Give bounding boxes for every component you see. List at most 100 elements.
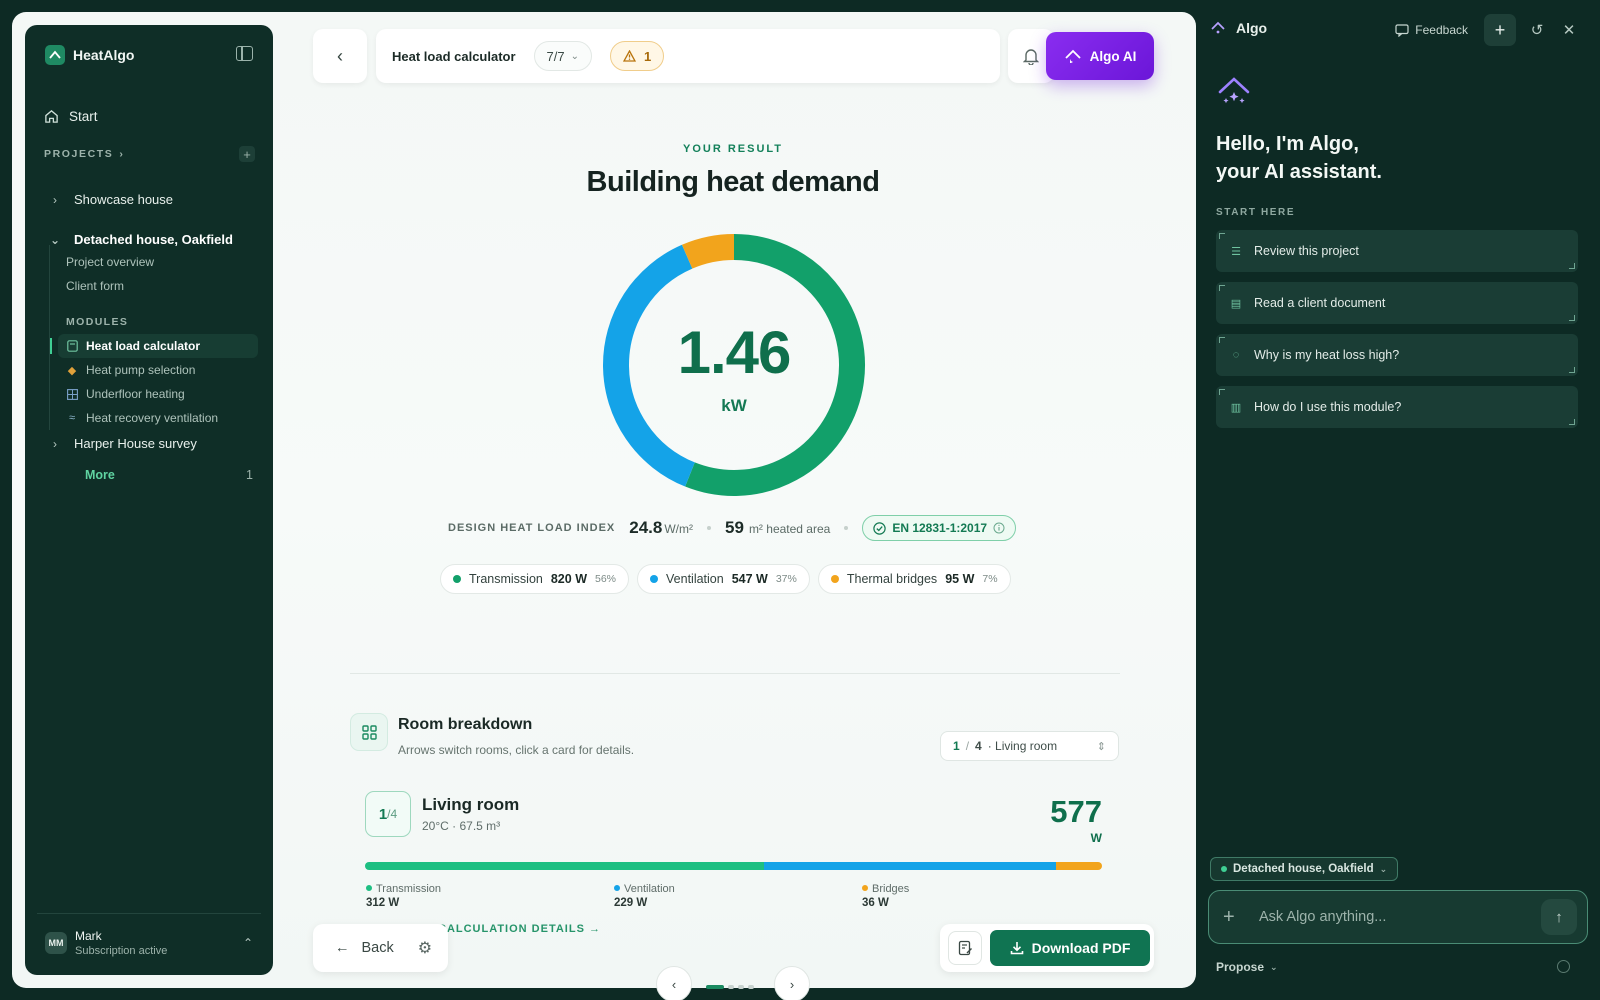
suggestion-label: Why is my heat loss high?: [1254, 348, 1400, 362]
suggestion-review-project[interactable]: ☰ Review this project: [1216, 230, 1578, 272]
sidebar-collapse-icon[interactable]: [236, 46, 253, 61]
room-meta: 20°C · 67.5 m³: [422, 819, 501, 833]
norm-badge[interactable]: EN 12831-1:2017: [862, 515, 1017, 541]
book-icon: ▥: [1230, 401, 1242, 414]
chip-value: 820 W: [550, 572, 587, 586]
pager-dot[interactable]: [748, 985, 754, 989]
grid-icon: [66, 388, 78, 400]
algo-ai-button[interactable]: Algo AI: [1046, 32, 1154, 80]
chip-percent: 7%: [982, 573, 998, 585]
download-pdf-button[interactable]: Download PDF: [990, 930, 1150, 966]
breakdown-chip-thermal-bridges[interactable]: Thermal bridges 95 W 7%: [817, 564, 1011, 594]
pager-dot[interactable]: [728, 985, 734, 989]
send-button[interactable]: ↑: [1541, 899, 1577, 935]
ask-algo-input[interactable]: [1259, 909, 1541, 925]
bell-icon: [1023, 48, 1039, 65]
download-icon: [1010, 942, 1023, 955]
projects-header: PROJECTS › +: [44, 146, 255, 162]
pager-dots: [706, 985, 754, 989]
donut-segment-thermal-bridges[interactable]: [681, 234, 735, 269]
sidebar-item-heat-load-calculator[interactable]: Heat load calculator: [50, 334, 258, 358]
room-index-badge: 1/4: [365, 791, 411, 837]
projects-label[interactable]: PROJECTS ›: [44, 148, 125, 160]
room-selector-current: 1: [953, 739, 960, 753]
warning-icon: [623, 50, 637, 62]
room-index: 1: [378, 805, 388, 823]
module-label: Heat recovery ventilation: [86, 411, 219, 425]
heat-load-index-label: DESIGN HEAT LOAD INDEX: [448, 522, 616, 534]
sidebar-item-project-overview[interactable]: Project overview: [66, 255, 154, 269]
legend-dot: [830, 575, 839, 583]
room-total: /4: [387, 807, 398, 821]
suggestion-use-module[interactable]: ▥ How do I use this module?: [1216, 386, 1578, 428]
norm-label: EN 12831-1:2017: [892, 521, 988, 535]
chevron-left-icon: ‹: [337, 45, 343, 66]
more-count: 1: [246, 468, 253, 482]
suggestion-heat-loss-high[interactable]: ◌ Why is my heat loss high?: [1216, 334, 1578, 376]
project-harper-house[interactable]: › Harper House survey: [48, 436, 197, 451]
avatar: MM: [45, 931, 67, 954]
heat-load-index-value: 24.8: [629, 518, 663, 537]
close-icon[interactable]: ✕: [1558, 19, 1580, 41]
chip-label: Ventilation: [666, 572, 724, 586]
ai-greeting: Hello, I'm Algo, your AI assistant.: [1216, 130, 1382, 186]
ai-header-actions: Feedback + ↺ ✕: [1395, 14, 1580, 46]
history-icon[interactable]: ↺: [1526, 19, 1548, 41]
feedback-icon: [1395, 23, 1409, 37]
footer-back-button[interactable]: ← Back ⚙: [313, 924, 448, 972]
project-showcase-house[interactable]: › Showcase house: [48, 192, 173, 207]
room-selector-name: · Living room: [987, 739, 1058, 753]
context-usage-ring: [1557, 960, 1570, 973]
sidebar: HeatAlgo Start PROJECTS › + › Showcase h…: [25, 25, 273, 975]
gear-icon[interactable]: ⚙: [418, 938, 432, 958]
breakdown-chip-ventilation[interactable]: Ventilation 547 W 37%: [637, 564, 810, 594]
room-legend-ventilation: Ventilation 229 W: [614, 883, 675, 909]
footer-back-label: Back: [361, 940, 394, 956]
calculation-details-link[interactable]: CALCULATION DETAILS →: [438, 923, 601, 935]
attach-plus-icon[interactable]: +: [1223, 906, 1245, 929]
pager-dot[interactable]: [738, 985, 744, 989]
breakdown-chip-transmission[interactable]: Transmission 820 W 56%: [440, 564, 630, 594]
document-icon: ▤: [1230, 297, 1242, 310]
suggestion-read-document[interactable]: ▤ Read a client document: [1216, 282, 1578, 324]
user-menu[interactable]: MM Mark Subscription active ⌃: [37, 913, 261, 963]
section-divider: [350, 673, 1120, 674]
add-project-button[interactable]: +: [239, 146, 255, 162]
prev-room-button[interactable]: ‹: [656, 966, 692, 1000]
new-chat-button[interactable]: +: [1484, 14, 1516, 46]
pager-dot[interactable]: [706, 985, 724, 989]
checklist-icon: ☰: [1231, 245, 1241, 258]
legend-dot: [453, 575, 461, 583]
project-name: Showcase house: [74, 192, 174, 207]
ai-assistant-panel: Algo Feedback + ↺ ✕ Hello, I'm Algo, you…: [1196, 0, 1600, 1000]
sidebar-item-client-form[interactable]: Client form: [66, 279, 124, 293]
feedback-button[interactable]: Feedback: [1395, 23, 1468, 37]
warnings-badge[interactable]: 1: [610, 41, 665, 71]
step-selector[interactable]: 7/7 ⌄: [533, 41, 593, 71]
back-nav-button[interactable]: ‹: [313, 29, 367, 83]
context-project-chip[interactable]: Detached house, Oakfield ⌄: [1210, 857, 1399, 881]
chat-icon: ◌: [1232, 349, 1240, 361]
suggestion-label: How do I use this module?: [1254, 400, 1402, 414]
chip-label: Thermal bridges: [846, 572, 938, 586]
metrics-row: DESIGN HEAT LOAD INDEX 24.8 W/m² 59 m² hea…: [448, 515, 1017, 541]
sidebar-item-start[interactable]: Start: [44, 109, 98, 124]
mode-selector[interactable]: Propose ⌄: [1216, 960, 1278, 974]
chip-value: 95 W: [945, 572, 975, 586]
room-selector[interactable]: 1 / 4 · Living room ⇕: [940, 731, 1119, 761]
projects-label-text: PROJECTS: [44, 148, 114, 160]
next-room-button[interactable]: ›: [774, 966, 810, 1000]
heat-load-index-unit: W/m²: [664, 522, 694, 536]
sidebar-item-heat-pump-selection[interactable]: ◆ Heat pump selection: [58, 358, 258, 382]
ai-panel-header: Algo: [1210, 20, 1267, 36]
sidebar-item-heat-recovery-ventilation[interactable]: ≈ Heat recovery ventilation: [58, 406, 258, 430]
project-name: Harper House survey: [74, 436, 197, 451]
grid-icon: [350, 713, 388, 751]
room-stacked-bar[interactable]: [365, 862, 1102, 870]
edit-document-button[interactable]: [948, 931, 982, 965]
brand[interactable]: HeatAlgo: [45, 45, 134, 65]
sidebar-more[interactable]: More 1: [85, 468, 253, 482]
chip-percent: 56%: [595, 573, 617, 585]
result-eyebrow: YOUR RESULT: [682, 143, 784, 155]
sidebar-item-underfloor-heating[interactable]: Underfloor heating: [58, 382, 258, 406]
